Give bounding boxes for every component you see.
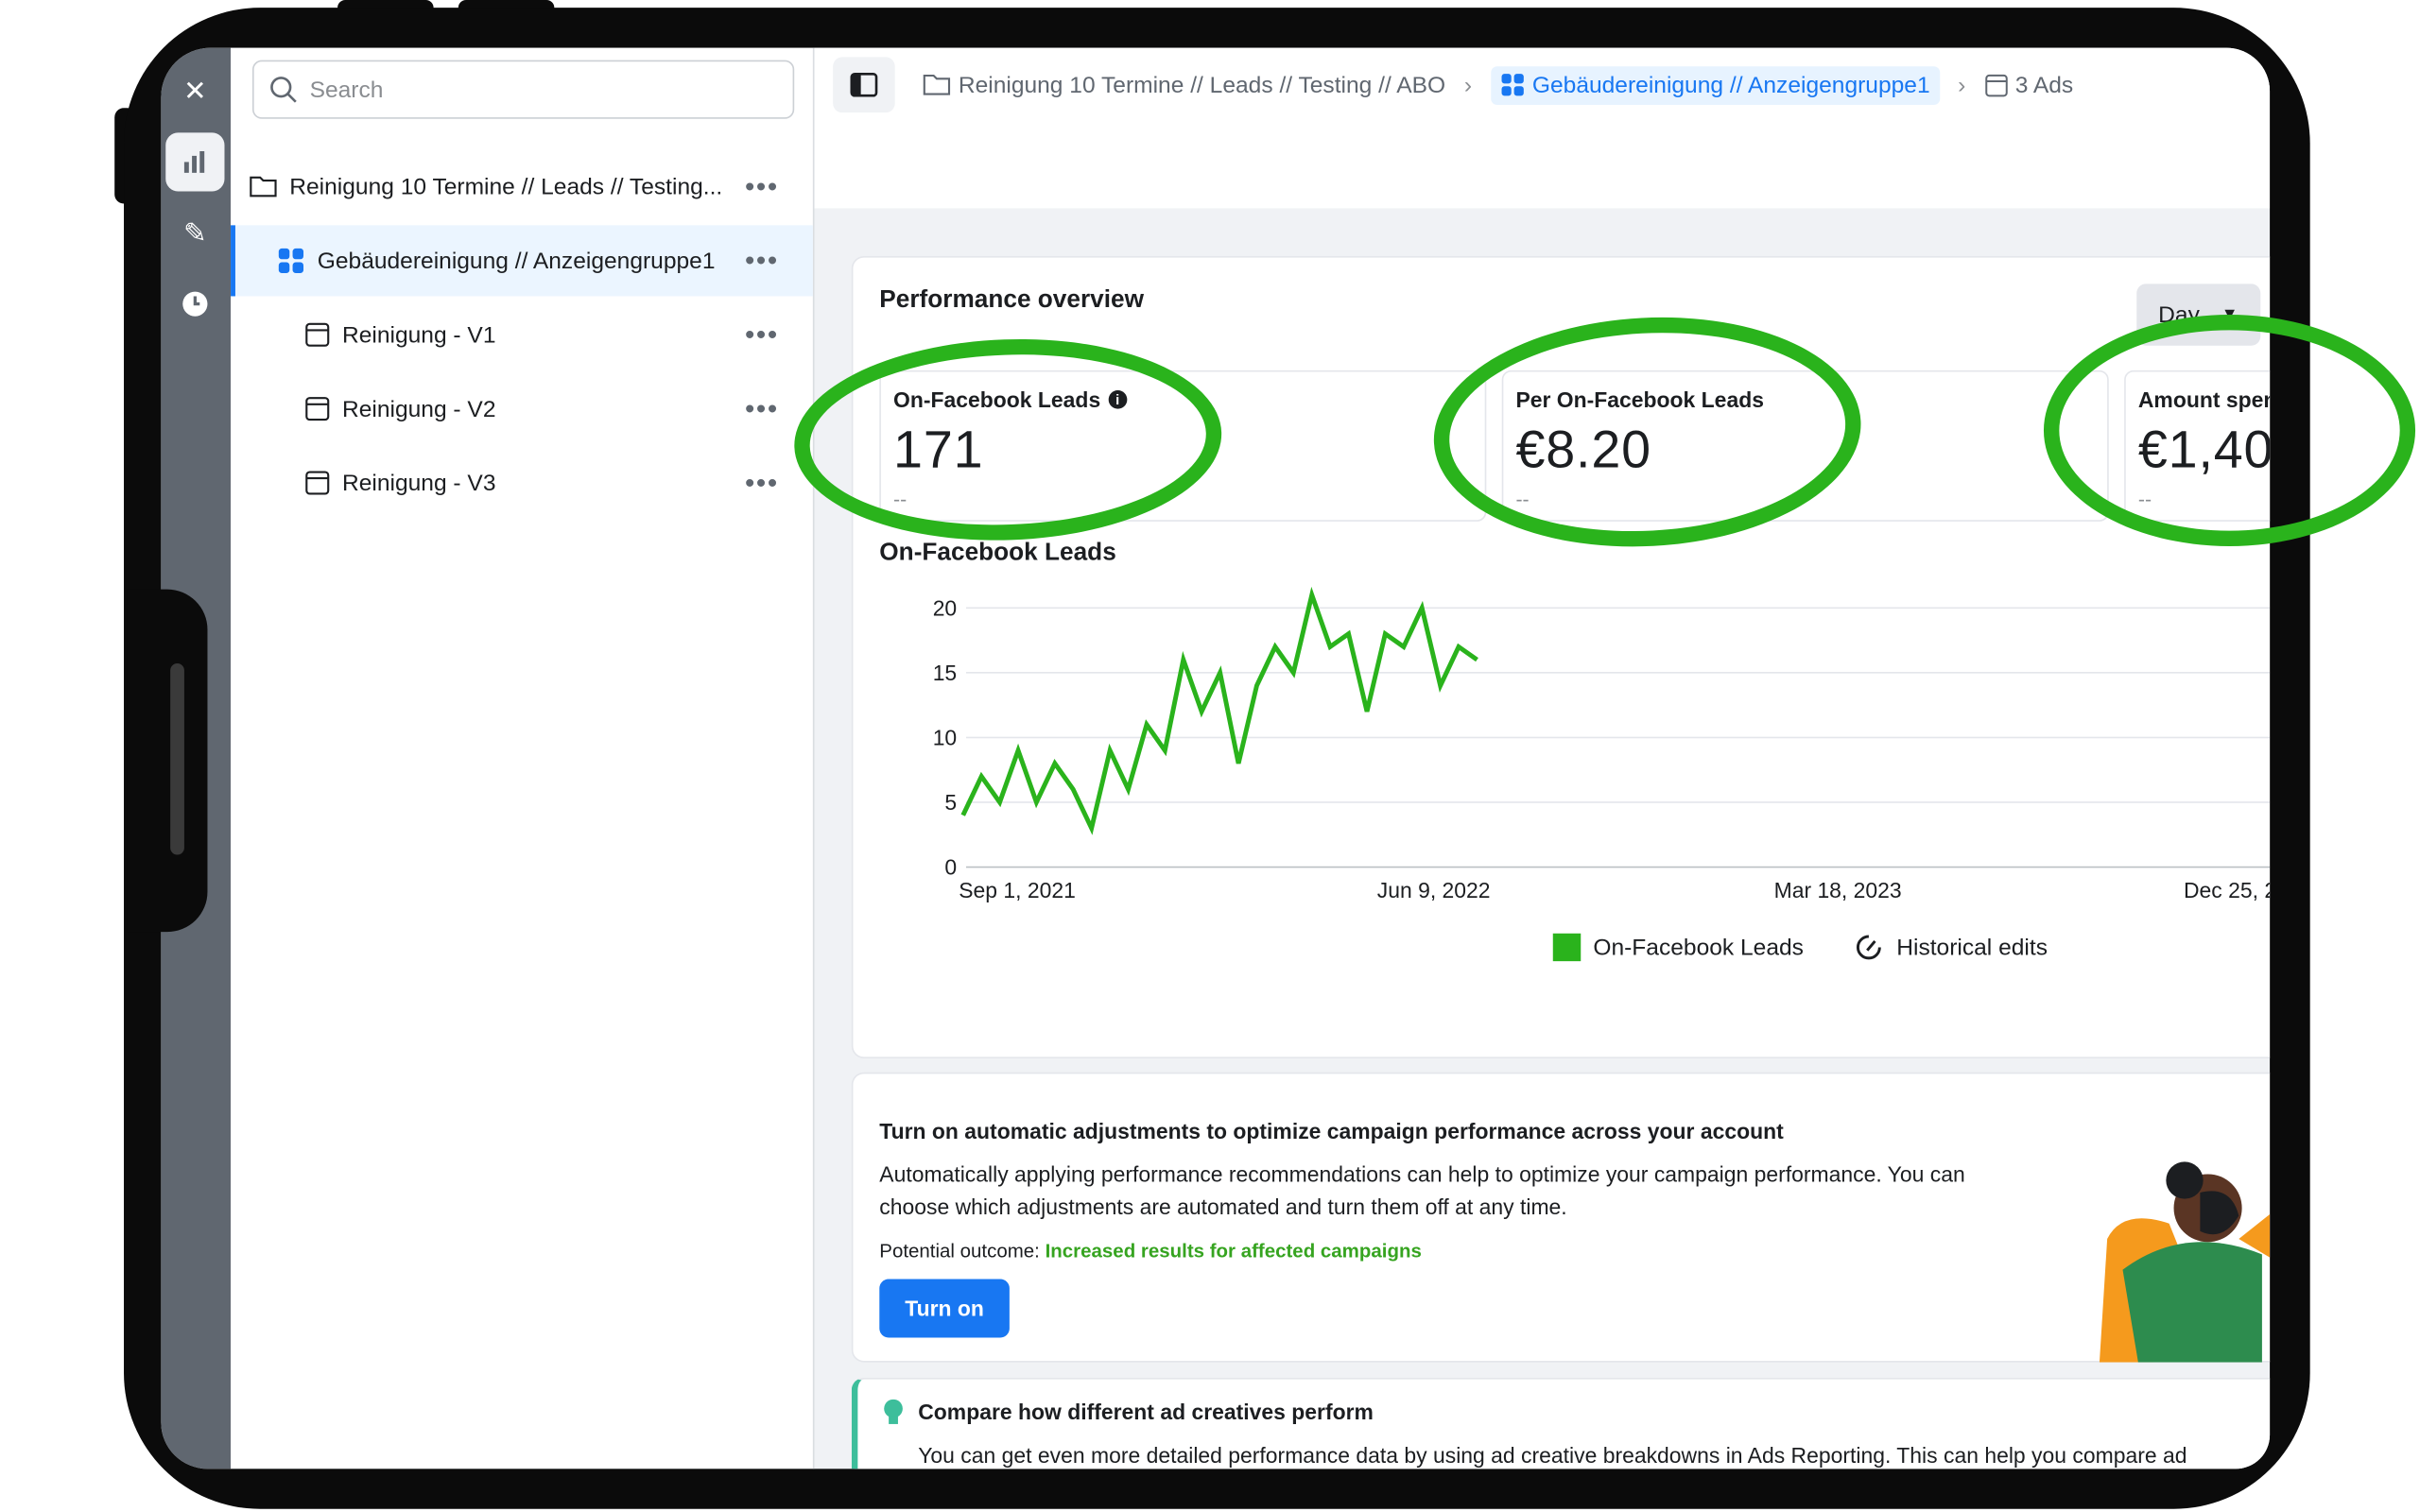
historical-edits-icon	[1856, 935, 1881, 960]
y-tick-label: 15	[933, 661, 957, 685]
device-hinge-bar	[170, 663, 184, 855]
history-clock-icon[interactable]	[165, 275, 224, 334]
legend-item-leads: On-Facebook Leads	[1593, 934, 1804, 961]
relaxing-person-illustration	[2099, 1161, 2271, 1363]
ad-icon	[305, 322, 330, 347]
x-tick-label: Dec 25, 2023	[2184, 878, 2270, 902]
screen: ✕ ✎ Search Reinigung 10 Termine // Leads…	[161, 47, 2271, 1469]
sidebar-item-adset[interactable]: Gebäudereinigung // Anzeigengruppe1 •••	[231, 225, 813, 297]
adset-grid-icon	[278, 248, 304, 273]
outcome-value: Increased results for affected campaigns	[1045, 1240, 1422, 1263]
y-tick-label: 20	[933, 595, 957, 620]
sidebar-item-label: Reinigung - V1	[341, 321, 496, 349]
sidebar-item-ad[interactable]: Reinigung - V2 •••	[231, 373, 813, 444]
recommendation-title: Turn on automatic adjustments to optimiz…	[879, 1118, 1784, 1143]
chart-legend: On-Facebook Leads Historical edits	[1552, 933, 2048, 962]
close-icon[interactable]: ✕	[165, 61, 224, 120]
sidebar-item-ad[interactable]: Reinigung - V1 •••	[231, 300, 813, 370]
series-line-on-facebook-leads[interactable]	[960, 586, 1478, 835]
more-options-icon[interactable]: •••	[745, 467, 779, 499]
x-tick-label: Sep 1, 2021	[959, 878, 1076, 902]
x-tick-label: Mar 18, 2023	[1774, 878, 1902, 902]
potential-outcome: Potential outcome: Increased results for…	[879, 1241, 1422, 1263]
insight-title: Compare how different ad creatives perfo…	[918, 1399, 1374, 1424]
recommendation-body: Automatically applying performance recom…	[879, 1161, 1965, 1219]
sidebar-item-label: Reinigung - V2	[341, 395, 496, 422]
ad-icon	[305, 397, 330, 421]
y-tick-label: 0	[944, 855, 957, 880]
sidebar-item-label: Gebäudereinigung // Anzeigengruppe1	[317, 248, 716, 274]
leads-line-chart: 0 5 10 15 20 Sep 1, 2021 Jun 9, 2022 Mar 18, 20…	[933, 586, 2271, 902]
device-mockup: ✕ ✎ Search Reinigung 10 Termine // Leads…	[0, 0, 2420, 1512]
legend-swatch	[1552, 933, 1582, 962]
outcome-label: Potential outcome:	[879, 1240, 1040, 1263]
turn-on-button[interactable]: Turn on	[879, 1279, 1010, 1338]
search-placeholder: Search	[309, 76, 384, 103]
y-tick-label: 5	[944, 790, 957, 815]
more-options-icon[interactable]: •••	[745, 318, 779, 351]
ad-icon	[305, 471, 330, 495]
sidebar-item-label: Reinigung 10 Termine // Leads // Testing…	[289, 173, 723, 200]
sidebar-item-label: Reinigung - V3	[341, 470, 496, 496]
device-hinge	[127, 589, 208, 933]
more-options-icon[interactable]: •••	[745, 393, 779, 425]
sidebar: Search Reinigung 10 Termine // Leads // …	[231, 47, 815, 1469]
more-options-icon[interactable]: •••	[745, 170, 779, 202]
more-options-icon[interactable]: •••	[745, 245, 779, 277]
edit-pencil-icon[interactable]: ✎	[165, 204, 224, 263]
sidebar-item-campaign[interactable]: Reinigung 10 Termine // Leads // Testing…	[231, 151, 813, 222]
insight-body: You can get even more detailed performan…	[918, 1442, 2187, 1468]
y-tick-label: 10	[933, 726, 957, 750]
folder-icon	[250, 176, 277, 198]
chart-icon[interactable]	[165, 132, 225, 192]
x-tick-label: Jun 9, 2022	[1377, 878, 1491, 902]
search-icon	[270, 77, 297, 103]
legend-item-historical-edits: Historical edits	[1896, 934, 2048, 961]
sidebar-item-ad[interactable]: Reinigung - V3 •••	[231, 447, 813, 518]
search-input[interactable]: Search	[251, 60, 795, 119]
main-content: Reinigung 10 Termine // Leads // Testing…	[814, 47, 2271, 1469]
lightbulb-icon	[884, 1399, 903, 1424]
